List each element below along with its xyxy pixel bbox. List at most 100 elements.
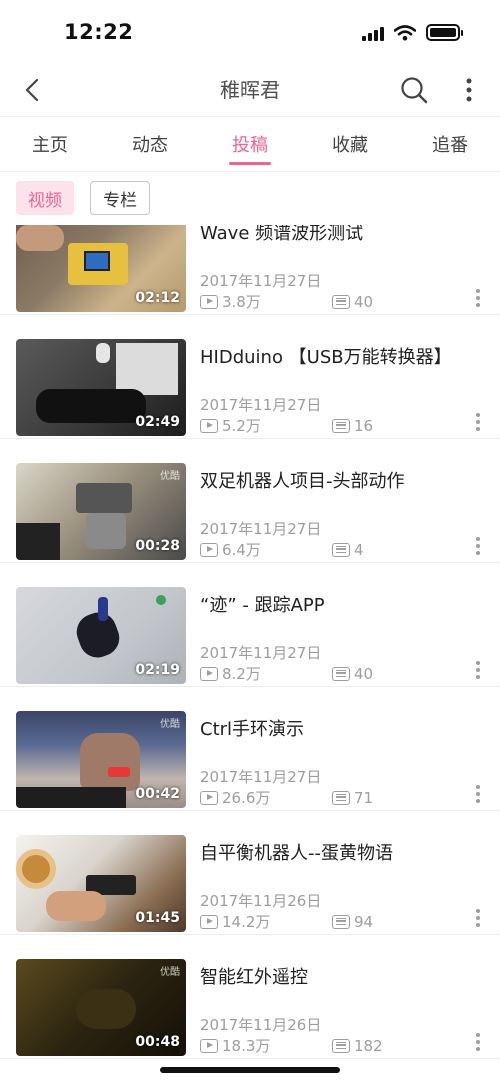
view-count: 5.2万 — [222, 417, 261, 435]
video-duration: 02:49 — [135, 414, 180, 430]
video-duration: 00:48 — [135, 1034, 180, 1050]
more-options-icon[interactable] — [470, 903, 486, 933]
video-duration: 00:42 — [135, 786, 180, 802]
danmaku-icon — [332, 790, 350, 805]
video-list[interactable]: 02:12 Wave 频谱波形测试 2017年11月27日 3.8万 40 02… — [0, 225, 500, 1083]
battery-icon — [426, 24, 463, 41]
tab-submissions[interactable]: 投稿 — [200, 117, 300, 171]
view-count: 8.2万 — [222, 665, 261, 683]
video-item[interactable]: 01:45 自平衡机器人--蛋黄物语 2017年11月26日 14.2万 94 — [0, 811, 500, 935]
video-title[interactable]: “迹” - 跟踪APP — [200, 591, 480, 617]
danmaku-icon — [332, 914, 350, 929]
video-duration: 00:28 — [135, 538, 180, 554]
video-stats: 8.2万 40 — [200, 663, 373, 684]
more-options-icon[interactable] — [470, 779, 486, 809]
filter-video-chip[interactable]: 视频 — [16, 181, 74, 215]
video-stats: 6.4万 4 — [200, 539, 364, 560]
more-button[interactable] — [452, 70, 486, 110]
video-thumbnail[interactable]: 01:45 — [16, 835, 186, 932]
wifi-icon — [394, 24, 416, 40]
danmaku-count: 94 — [354, 912, 374, 931]
danmaku-icon — [332, 418, 350, 433]
more-options-icon[interactable] — [470, 655, 486, 685]
video-title[interactable]: 智能红外遥控 — [200, 963, 480, 989]
view-count: 3.8万 — [222, 293, 261, 311]
tab-favorites[interactable]: 收藏 — [300, 117, 400, 171]
video-item[interactable]: 02:49 HIDduino 【USB万能转换器】 2017年11月27日 5.… — [0, 315, 500, 439]
video-thumbnail[interactable]: 02:12 — [16, 225, 186, 312]
video-duration: 02:12 — [135, 290, 180, 306]
video-thumbnail[interactable]: 优酷 00:48 — [16, 959, 186, 1056]
view-count: 14.2万 — [222, 913, 271, 931]
more-vertical-icon — [466, 78, 472, 102]
more-options-icon[interactable] — [470, 407, 486, 437]
video-date: 2017年11月26日 — [200, 892, 322, 910]
video-title[interactable]: Ctrl手环演示 — [200, 715, 480, 741]
danmaku-count: 4 — [354, 540, 364, 559]
play-count-icon — [200, 666, 218, 681]
danmaku-count: 71 — [354, 788, 374, 807]
video-item[interactable]: 02:12 Wave 频谱波形测试 2017年11月27日 3.8万 40 — [0, 225, 500, 315]
danmaku-icon — [332, 294, 350, 309]
search-icon — [401, 77, 428, 104]
header: 稚晖君 — [0, 64, 500, 114]
status-time: 12:22 — [64, 20, 134, 44]
filter-chips: 视频 专栏 — [16, 181, 150, 215]
video-thumbnail[interactable]: 优酷 00:28 — [16, 463, 186, 560]
danmaku-icon — [332, 1038, 350, 1053]
chevron-left-icon — [25, 78, 39, 102]
video-stats: 26.6万 71 — [200, 787, 373, 808]
video-stats: 18.3万 182 — [200, 1035, 383, 1056]
filter-column-chip[interactable]: 专栏 — [90, 181, 150, 215]
video-item[interactable]: 02:19 “迹” - 跟踪APP 2017年11月27日 8.2万 40 — [0, 563, 500, 687]
danmaku-count: 40 — [354, 292, 374, 311]
danmaku-count: 40 — [354, 664, 374, 683]
video-duration: 02:19 — [135, 662, 180, 678]
video-thumbnail[interactable]: 02:19 — [16, 587, 186, 684]
home-indicator[interactable] — [160, 1067, 340, 1073]
view-count: 26.6万 — [222, 789, 271, 807]
video-item[interactable]: 优酷 00:42 Ctrl手环演示 2017年11月27日 26.6万 71 — [0, 687, 500, 811]
video-title[interactable]: 自平衡机器人--蛋黄物语 — [200, 839, 480, 865]
view-count: 6.4万 — [222, 541, 261, 559]
video-stats: 3.8万 40 — [200, 291, 373, 312]
video-stats: 14.2万 94 — [200, 911, 373, 932]
more-options-icon[interactable] — [470, 283, 486, 313]
search-button[interactable] — [394, 70, 434, 110]
video-date: 2017年11月27日 — [200, 520, 322, 538]
video-date: 2017年11月26日 — [200, 1016, 322, 1034]
play-count-icon — [200, 418, 218, 433]
danmaku-count: 16 — [354, 416, 374, 435]
play-count-icon — [200, 1038, 218, 1053]
cellular-signal-icon — [362, 25, 384, 41]
video-date: 2017年11月27日 — [200, 644, 322, 662]
video-stats: 5.2万 16 — [200, 415, 373, 436]
back-button[interactable] — [14, 72, 50, 108]
video-title[interactable]: 双足机器人项目-头部动作 — [200, 467, 480, 493]
danmaku-icon — [332, 666, 350, 681]
danmaku-count: 182 — [354, 1036, 383, 1055]
video-item[interactable]: 优酷 00:48 智能红外遥控 2017年11月26日 18.3万 182 — [0, 935, 500, 1059]
view-count: 18.3万 — [222, 1037, 271, 1055]
tab-dynamics[interactable]: 动态 — [100, 117, 200, 171]
more-options-icon[interactable] — [470, 531, 486, 561]
video-thumbnail[interactable]: 02:49 — [16, 339, 186, 436]
more-options-icon[interactable] — [470, 1027, 486, 1057]
danmaku-icon — [332, 542, 350, 557]
video-thumbnail[interactable]: 优酷 00:42 — [16, 711, 186, 808]
tab-bar: 主页 动态 投稿 收藏 追番 — [0, 116, 500, 172]
video-date: 2017年11月27日 — [200, 272, 322, 290]
video-title[interactable]: HIDduino 【USB万能转换器】 — [200, 343, 480, 369]
video-item[interactable]: 优酷 00:28 双足机器人项目-头部动作 2017年11月27日 6.4万 4 — [0, 439, 500, 563]
status-icons — [362, 24, 463, 41]
tab-bangumi[interactable]: 追番 — [400, 117, 500, 171]
play-count-icon — [200, 790, 218, 805]
video-date: 2017年11月27日 — [200, 768, 322, 786]
play-count-icon — [200, 914, 218, 929]
video-date: 2017年11月27日 — [200, 396, 322, 414]
video-duration: 01:45 — [135, 910, 180, 926]
play-count-icon — [200, 294, 218, 309]
video-title[interactable]: Wave 频谱波形测试 — [200, 225, 480, 245]
tab-home[interactable]: 主页 — [0, 117, 100, 171]
play-count-icon — [200, 542, 218, 557]
